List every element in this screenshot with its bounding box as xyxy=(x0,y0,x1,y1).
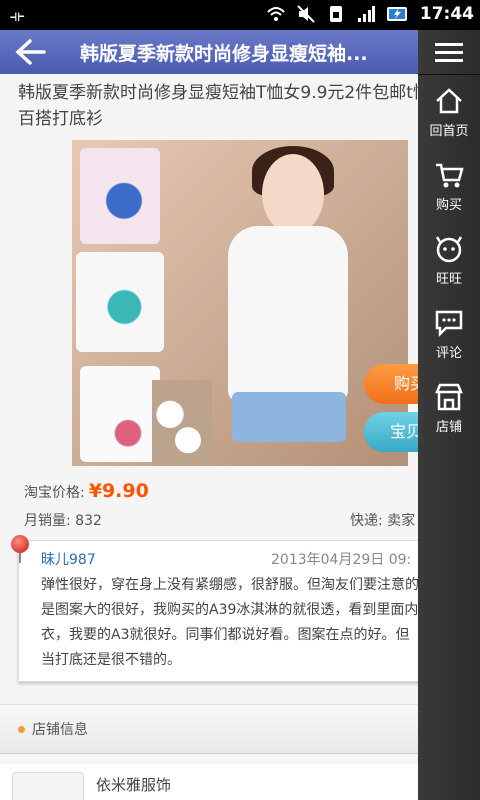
nav-home[interactable]: 回首页 xyxy=(418,75,480,149)
nav-shop-label: 店铺 xyxy=(435,419,462,435)
sales-label: 月销量: xyxy=(24,513,71,529)
clock: 17:44 xyxy=(419,4,474,24)
chat-face-icon xyxy=(435,235,463,262)
shop-avatar xyxy=(12,772,84,800)
tshirt-thumb-teal xyxy=(76,252,164,352)
review-date: 2013年04月29日 09: xyxy=(271,552,412,568)
nav-comment-label: 评论 xyxy=(435,345,462,361)
shop-info-header[interactable]: 店铺信息 xyxy=(0,704,418,754)
usb-icon: ⟛ xyxy=(10,6,25,25)
monthly-sales: 月销量: 832 xyxy=(24,510,102,530)
buy-now-button[interactable]: 购买 xyxy=(364,364,418,404)
comment-icon xyxy=(435,310,463,337)
tshirt-thumb-blue xyxy=(80,148,160,244)
product-image[interactable] xyxy=(72,140,408,466)
mute-icon xyxy=(297,5,315,23)
model-shorts xyxy=(232,392,346,442)
menu-button[interactable] xyxy=(418,30,480,75)
shop-row[interactable]: 依米雅服饰 xyxy=(0,764,418,800)
nav-shop[interactable]: 店铺 xyxy=(418,371,480,445)
flowers-decoration xyxy=(152,380,212,466)
nav-wangwang-label: 旺旺 xyxy=(435,271,462,287)
battery-icon xyxy=(386,7,407,21)
nav-buy[interactable]: 购买 xyxy=(418,149,480,223)
bullet-icon xyxy=(18,726,25,733)
express-info: 快递: 卖家 xyxy=(350,510,415,530)
model-face xyxy=(262,154,324,234)
title-bar: 韩版夏季新款时尚修身显瘦短袖... xyxy=(0,30,418,74)
favorite-button[interactable]: 宝贝 xyxy=(364,412,418,452)
review-text: 弹性很好，穿在身上没有紧绷感，很舒服。但淘友们要注意的是图案大的很好，我购买的A… xyxy=(41,577,418,668)
page-title: 韩版夏季新款时尚修身显瘦短袖... xyxy=(80,43,368,65)
nav-buy-label: 购买 xyxy=(435,197,462,213)
product-title: 韩版夏季新款时尚修身显瘦短袖T恤女9.9元2件包邮t恤百搭打底衫 xyxy=(18,83,418,129)
back-arrow-icon[interactable] xyxy=(14,38,46,66)
price-row: 淘宝价格: ¥9.90 xyxy=(24,480,149,502)
cart-icon xyxy=(436,163,464,187)
review-card[interactable]: 昧儿987 2013年04月29日 09: 弹性很好，穿在身上没有紧绷感，很舒服… xyxy=(11,535,418,682)
nav-comment[interactable]: 评论 xyxy=(418,297,480,371)
shop-info-label: 店铺信息 xyxy=(32,722,88,738)
signal-icon xyxy=(357,6,375,22)
nav-wangwang[interactable]: 旺旺 xyxy=(418,223,480,297)
express-value: 卖家 xyxy=(387,513,416,529)
hamburger-icon xyxy=(435,43,463,62)
tshirt-thumb-smile xyxy=(80,366,160,462)
status-bar: ⟛ 17:44 xyxy=(0,0,480,30)
shop-name: 依米雅服饰 xyxy=(96,776,172,794)
nav-home-label: 回首页 xyxy=(429,123,469,139)
home-icon xyxy=(436,87,462,113)
model-tshirt xyxy=(228,226,348,401)
price-value: ¥9.90 xyxy=(88,480,149,502)
price-label: 淘宝价格: xyxy=(24,485,85,501)
shop-icon xyxy=(435,383,463,410)
side-navigation: 回首页 购买 旺旺 评论 店铺 xyxy=(418,30,480,800)
wifi-icon xyxy=(267,7,285,21)
sales-value: 832 xyxy=(75,513,102,529)
sim-icon xyxy=(329,6,342,22)
reviewer-name[interactable]: 昧儿987 xyxy=(41,549,96,569)
pushpin-icon xyxy=(11,535,29,553)
product-detail: 韩版夏季新款时尚修身显瘦短袖T恤女9.9元2件包邮t恤百搭打底衫 购买 宝贝 淘… xyxy=(0,74,418,800)
express-label: 快递: xyxy=(350,513,383,529)
